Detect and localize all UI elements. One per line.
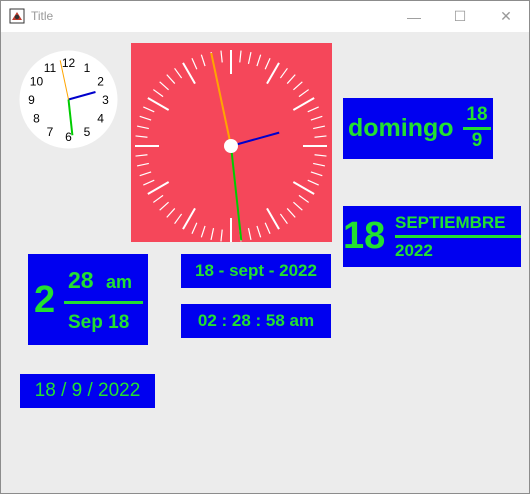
date-line-panel: 18 - sept - 2022: [181, 254, 331, 288]
small-clock-number: 12: [62, 56, 76, 70]
short-date-text: 18 / 9 / 2022: [34, 380, 141, 401]
weekday-panel: domingo 18 9: [343, 98, 493, 159]
digital-clock-text: 02 : 28 : 58 am: [197, 311, 315, 330]
weekday-month-number: 9: [471, 130, 483, 151]
month-name: SEPTIEMBRE: [395, 213, 506, 232]
small-clock-number: 7: [47, 125, 54, 139]
small-clock-number: 11: [44, 61, 57, 75]
minimize-button[interactable]: —: [391, 1, 437, 32]
window-title: Title: [31, 9, 54, 23]
time-panel-date: Sep 18: [68, 312, 130, 333]
minimize-icon: —: [407, 8, 421, 25]
small-clock-number: 1: [84, 61, 91, 75]
java-app-icon: [9, 8, 25, 24]
title-bar[interactable]: Title — ☐ ✕: [1, 1, 529, 32]
time-panel-ampm: am: [106, 272, 133, 292]
small-analog-clock: 12 1234567891011: [19, 50, 118, 149]
short-date-panel: 18 / 9 / 2022: [20, 374, 155, 408]
small-clock-number: 3: [102, 93, 109, 107]
month-panel: 18 SEPTIEMBRE 2022: [343, 206, 521, 267]
date-line-text: 18 - sept - 2022: [195, 261, 317, 280]
day-month-fraction: 18 9: [463, 104, 491, 152]
close-button[interactable]: ✕: [483, 1, 529, 32]
large-clock-hub: [224, 139, 238, 153]
time-panel: 2 28 am Sep 18: [28, 254, 148, 345]
small-clock-number: 4: [97, 112, 104, 126]
small-clock-number: 10: [30, 75, 44, 89]
weekday-day-number: 18: [466, 104, 488, 125]
small-clock-number: 9: [28, 93, 35, 107]
large-analog-clock: [131, 43, 332, 242]
maximize-button[interactable]: ☐: [437, 1, 483, 32]
weekday-name: domingo: [348, 114, 454, 142]
small-clock-number: 8: [33, 112, 40, 126]
time-panel-minute: 28: [68, 267, 94, 293]
close-icon: ✕: [500, 8, 512, 24]
maximize-icon: ☐: [453, 8, 467, 24]
month-panel-year: 2022: [395, 241, 433, 260]
time-panel-divider: [64, 301, 143, 304]
small-clock-number: 5: [84, 125, 91, 139]
small-clock-number: 2: [97, 75, 104, 89]
time-panel-hour: 2: [34, 279, 56, 321]
month-panel-day: 18: [343, 215, 386, 257]
month-divider: [395, 235, 521, 238]
digital-clock-panel: 02 : 28 : 58 am: [181, 304, 331, 338]
